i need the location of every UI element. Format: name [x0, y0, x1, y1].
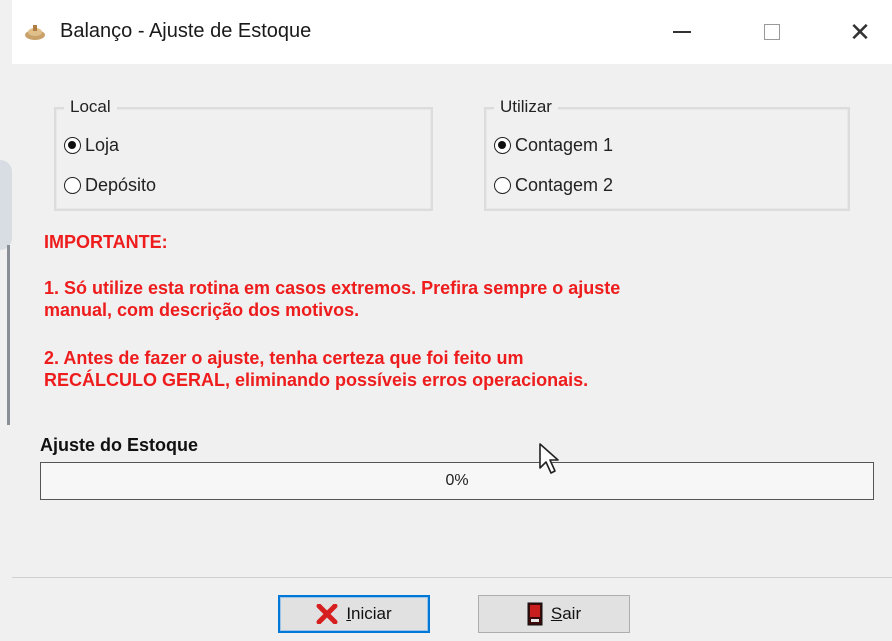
local-group-label: Local [64, 97, 117, 117]
warning-item-1-line-2: manual, com descrição dos motivos. [44, 300, 360, 320]
background-decoration [0, 160, 12, 250]
footer-divider [12, 577, 892, 578]
warning-item-2-line-1: 2. Antes de fazer o ajuste, tenha certez… [44, 348, 524, 368]
warning-heading: IMPORTANTE: [44, 232, 168, 252]
radio-button-checked[interactable] [64, 137, 81, 154]
iniciar-label: Iniciar [346, 604, 392, 623]
background-decoration [7, 245, 10, 425]
progress-bar: 0% [40, 462, 874, 500]
radio-label: Contagem 2 [515, 175, 614, 195]
window-title: Balanço - Ajuste de Estoque [60, 20, 312, 42]
app-icon [25, 25, 45, 40]
radio-button[interactable] [494, 177, 511, 194]
screen: Balanço - Ajuste de Estoque ✕ Local Loja… [0, 0, 892, 641]
maximize-icon [764, 24, 780, 40]
close-button[interactable]: ✕ [830, 10, 890, 54]
warning-item-1-line-1: 1. Só utilize esta rotina em casos extre… [44, 278, 621, 298]
progress-text: 0% [445, 472, 469, 489]
warning-item-2-line-2: RECÁLCULO GERAL, eliminando possíveis er… [44, 370, 589, 390]
iniciar-button[interactable]: Iniciar [278, 595, 430, 633]
red-x-icon [316, 604, 338, 624]
title-bar[interactable]: Balanço - Ajuste de Estoque ✕ [12, 0, 892, 64]
mouse-cursor-icon [539, 443, 559, 474]
progress-label: Ajuste do Estoque [40, 435, 199, 455]
minimize-button[interactable] [652, 10, 712, 54]
exit-door-icon [527, 602, 543, 626]
local-groupbox: Local Loja Depósito [54, 97, 433, 211]
close-icon: ✕ [849, 16, 871, 47]
dialog-window: Balanço - Ajuste de Estoque ✕ Local Loja… [12, 0, 892, 641]
radio-contagem-2[interactable]: Contagem 2 [494, 175, 613, 196]
radio-label: Depósito [85, 175, 157, 195]
radio-loja[interactable]: Loja [64, 135, 119, 156]
maximize-button[interactable] [742, 10, 802, 54]
radio-contagem-1[interactable]: Contagem 1 [494, 135, 613, 156]
radio-button-checked[interactable] [494, 137, 511, 154]
radio-label: Loja [85, 135, 120, 155]
radio-button[interactable] [64, 177, 81, 194]
utilizar-group-label: Utilizar [494, 97, 558, 117]
sair-button[interactable]: Sair [478, 595, 630, 633]
radio-deposito[interactable]: Depósito [64, 175, 156, 196]
minimize-icon [673, 31, 691, 33]
radio-label: Contagem 1 [515, 135, 614, 155]
utilizar-groupbox: Utilizar Contagem 1 Contagem 2 [484, 97, 850, 211]
sair-label: Sair [550, 604, 582, 623]
